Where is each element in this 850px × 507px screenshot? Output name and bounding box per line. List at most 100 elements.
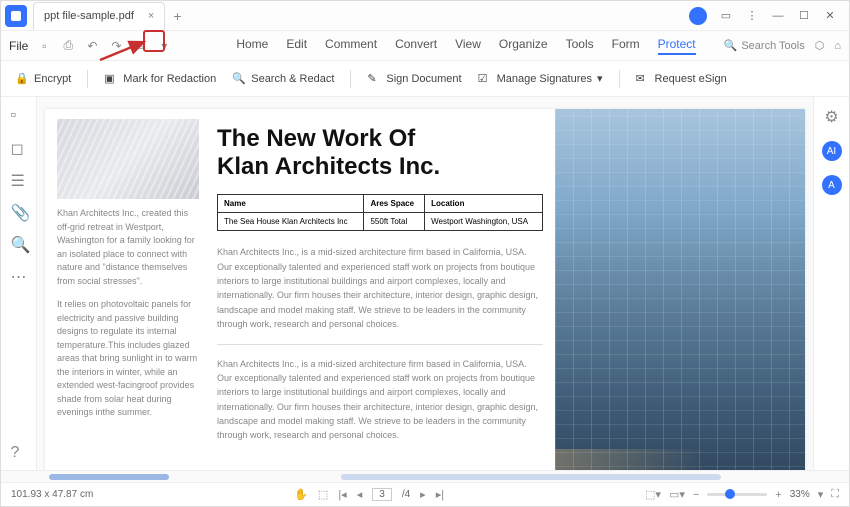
sign-document-button[interactable]: ✎ Sign Document bbox=[367, 72, 461, 86]
qat-dropdown-icon[interactable]: ▾ bbox=[156, 38, 172, 54]
page-current[interactable]: 3 bbox=[372, 488, 392, 501]
redact-label: Mark for Redaction bbox=[123, 73, 216, 85]
hand-tool-icon[interactable]: ✋ bbox=[294, 488, 308, 501]
building-hero-image bbox=[555, 109, 805, 470]
heading-line2: Klan Architects Inc. bbox=[217, 153, 543, 181]
close-window-icon[interactable]: ✕ bbox=[823, 9, 837, 23]
select-tool-icon[interactable]: ⬚ bbox=[318, 488, 328, 501]
tab-convert[interactable]: Convert bbox=[395, 37, 437, 55]
menubar: File ▫ ⎙ ↶ ↷ ✉ ▾ Home Edit Comment Conve… bbox=[1, 31, 849, 61]
scrollbar-thumb[interactable] bbox=[341, 474, 721, 480]
right-sidebar: ⚙ AI A bbox=[813, 97, 849, 470]
th-name: Name bbox=[218, 195, 364, 213]
help-icon[interactable]: ? bbox=[11, 444, 27, 460]
request-esign-button[interactable]: ✉Request eSign bbox=[636, 72, 727, 86]
redo-icon[interactable]: ↷ bbox=[108, 38, 124, 54]
last-page-icon[interactable]: ▸| bbox=[436, 488, 444, 501]
statusbar: 101.93 x 47.87 cm ✋ ⬚ |◂ ◂ 3 /4 ▸ ▸| ⬚▾ … bbox=[1, 482, 849, 506]
body-para-1: Khan Architects Inc., is a mid-sized arc… bbox=[217, 245, 543, 331]
assistant-icon[interactable]: A bbox=[822, 175, 842, 195]
td-area: 550ft Total bbox=[364, 213, 425, 231]
tab-home[interactable]: Home bbox=[236, 37, 268, 55]
search-icon: 🔍 bbox=[724, 39, 738, 52]
minimize-icon[interactable]: — bbox=[771, 9, 785, 23]
redact-icon: ▣ bbox=[104, 72, 118, 86]
app-logo bbox=[5, 5, 27, 27]
window-more-icon[interactable]: ⋮ bbox=[745, 9, 759, 23]
find-icon[interactable]: 🔍 bbox=[11, 235, 27, 251]
tab-tools[interactable]: Tools bbox=[566, 37, 594, 55]
thumbnails-icon[interactable]: ▫ bbox=[11, 107, 27, 123]
zoom-value[interactable]: 33% bbox=[790, 489, 810, 500]
body-para-2: Khan Architects Inc., is a mid-sized arc… bbox=[217, 357, 543, 443]
undo-icon[interactable]: ↶ bbox=[84, 38, 100, 54]
maximize-icon[interactable]: ☐ bbox=[797, 9, 811, 23]
ai-icon[interactable]: AI bbox=[822, 141, 842, 161]
fit-page-icon[interactable]: ▭▾ bbox=[669, 488, 685, 501]
first-page-icon[interactable]: |◂ bbox=[338, 488, 346, 501]
file-menu[interactable]: File bbox=[9, 39, 28, 53]
zoom-dropdown-icon[interactable]: ▾ bbox=[818, 488, 824, 501]
fullscreen-icon[interactable]: ⛶ bbox=[831, 488, 839, 501]
page-view[interactable]: ✎ Khan Architects Inc., created this off… bbox=[37, 97, 813, 470]
doc-mid-column: The New Work Of Klan Architects Inc. Nam… bbox=[205, 109, 555, 470]
tab-title: ppt file-sample.pdf bbox=[44, 10, 134, 22]
tab-form[interactable]: Form bbox=[612, 37, 640, 55]
sign-label: Sign Document bbox=[386, 73, 461, 85]
manage-signatures-button[interactable]: ☑ Manage Signatures ▾ bbox=[478, 72, 603, 86]
page-dimensions: 101.93 x 47.87 cm bbox=[11, 489, 93, 500]
ribbon: 🔒 Encrypt ▣ Mark for Redaction 🔍Search & R… bbox=[1, 61, 849, 97]
bookmark-icon[interactable]: ◻ bbox=[11, 139, 27, 155]
zoom-out-icon[interactable]: − bbox=[693, 489, 699, 501]
close-tab-icon[interactable]: × bbox=[148, 10, 154, 22]
tab-comment[interactable]: Comment bbox=[325, 37, 377, 55]
h-scrollbar[interactable] bbox=[1, 470, 849, 482]
heading-line1: The New Work Of bbox=[217, 125, 543, 153]
add-tab-button[interactable]: + bbox=[173, 8, 181, 24]
mark-redaction-button[interactable]: ▣ Mark for Redaction bbox=[104, 72, 216, 86]
user-avatar[interactable] bbox=[689, 7, 707, 25]
email-icon[interactable]: ✉ bbox=[132, 38, 148, 54]
print-icon[interactable]: ⎙ bbox=[60, 38, 76, 54]
sign-icon: ✎ bbox=[367, 72, 381, 86]
search-placeholder: Search Tools bbox=[741, 40, 804, 52]
left-sidebar: ▫ ◻ ☰ 📎 🔍 ⋯ ? bbox=[1, 97, 37, 470]
cloud-icon[interactable]: ⬡ bbox=[815, 39, 825, 52]
divider bbox=[619, 70, 620, 88]
zoom-slider[interactable] bbox=[707, 493, 767, 496]
layers-icon[interactable]: ☰ bbox=[11, 171, 27, 187]
search-redact-icon: 🔍 bbox=[232, 72, 246, 86]
th-area: Ares Space bbox=[364, 195, 425, 213]
document-tab[interactable]: ppt file-sample.pdf × bbox=[33, 2, 165, 30]
search-redact-button[interactable]: 🔍Search & Redact bbox=[232, 72, 334, 86]
tab-protect[interactable]: Protect bbox=[658, 37, 696, 55]
settings-icon[interactable]: ⚙ bbox=[824, 107, 838, 127]
page-total: /4 bbox=[402, 489, 410, 500]
td-name: The Sea House Klan Architects Inc bbox=[218, 213, 364, 231]
prev-page-icon[interactable]: ◂ bbox=[357, 488, 363, 501]
side-para-2: It relies on photovoltaic panels for ele… bbox=[57, 298, 199, 420]
more-icon[interactable]: ⋯ bbox=[11, 267, 27, 283]
titlebar: ppt file-sample.pdf × + ▭ ⋮ — ☐ ✕ bbox=[1, 1, 849, 31]
quick-access-toolbar: ▫ ⎙ ↶ ↷ ✉ ▾ bbox=[36, 38, 172, 54]
manage-sig-label: Manage Signatures bbox=[497, 73, 592, 85]
chevron-down-icon: ▾ bbox=[597, 72, 603, 85]
manage-sig-icon: ☑ bbox=[478, 72, 492, 86]
scrollbar-thumb[interactable] bbox=[49, 474, 169, 480]
tab-organize[interactable]: Organize bbox=[499, 37, 548, 55]
encrypt-button[interactable]: 🔒 Encrypt bbox=[15, 72, 71, 86]
tab-view[interactable]: View bbox=[455, 37, 481, 55]
doc-left-column: Khan Architects Inc., created this off-g… bbox=[45, 109, 205, 470]
save-icon[interactable]: ▫ bbox=[36, 38, 52, 54]
attachment-icon[interactable]: 📎 bbox=[11, 203, 27, 219]
next-page-icon[interactable]: ▸ bbox=[420, 488, 426, 501]
zoom-in-icon[interactable]: + bbox=[775, 489, 781, 501]
fit-width-icon[interactable]: ⬚▾ bbox=[645, 488, 661, 501]
window-menu-icon[interactable]: ▭ bbox=[719, 9, 733, 23]
home-icon[interactable]: ⌂ bbox=[834, 40, 841, 52]
document-page: ✎ Khan Architects Inc., created this off… bbox=[45, 109, 805, 470]
search-tools[interactable]: 🔍 Search Tools bbox=[724, 39, 805, 52]
lock-icon: 🔒 bbox=[15, 72, 29, 86]
tab-edit[interactable]: Edit bbox=[286, 37, 307, 55]
encrypt-label: Encrypt bbox=[34, 73, 71, 85]
